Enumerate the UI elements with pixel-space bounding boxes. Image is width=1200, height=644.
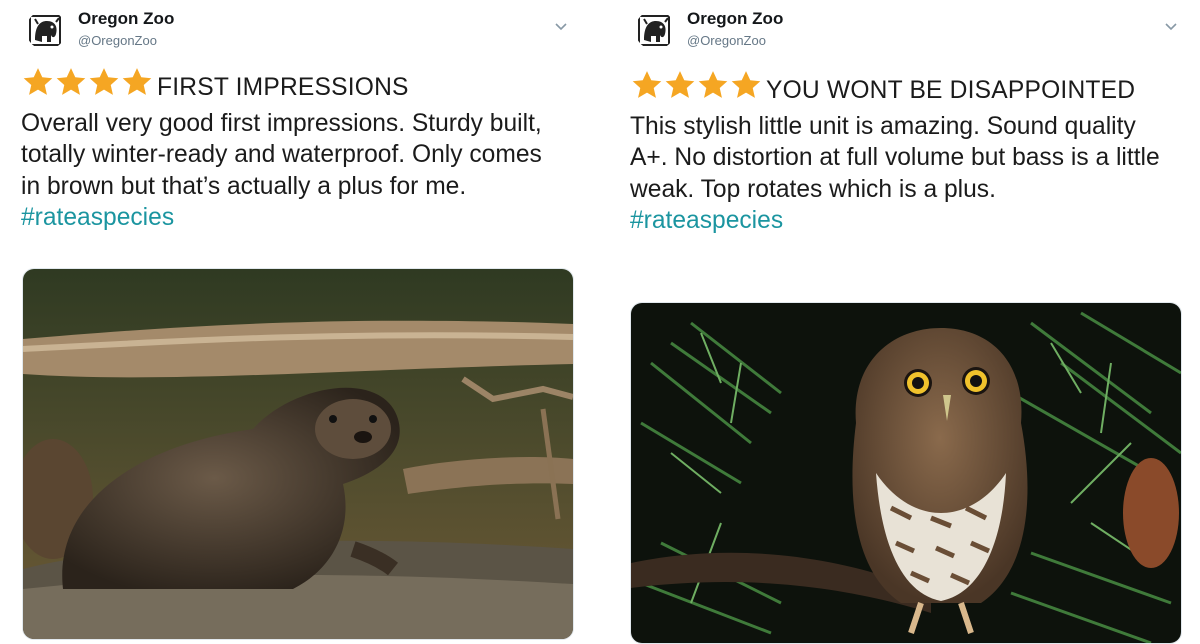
star-icon bbox=[731, 71, 761, 98]
tweet-card-left: Oregon Zoo @OregonZoo FIRST IMPRESSIONS … bbox=[0, 0, 600, 640]
star-icon bbox=[122, 68, 152, 95]
star-icon bbox=[632, 71, 662, 98]
review-body: Overall very good first impressions. Stu… bbox=[21, 109, 542, 200]
review-body: This stylish little unit is amazing. Sou… bbox=[630, 112, 1160, 203]
oregon-zoo-logo-icon bbox=[638, 15, 670, 46]
star-rating bbox=[630, 69, 762, 111]
review-headline: FIRST IMPRESSIONS bbox=[157, 74, 409, 101]
hashtag-link[interactable]: #rateaspecies bbox=[21, 202, 561, 234]
star-icon bbox=[89, 68, 119, 95]
avatar[interactable] bbox=[635, 10, 675, 50]
tweet-photo-owl[interactable] bbox=[630, 302, 1182, 644]
tweet-text: YOU WONT BE DISAPPOINTED This stylish li… bbox=[630, 69, 1170, 237]
star-icon bbox=[56, 68, 86, 95]
star-icon bbox=[665, 71, 695, 98]
account-name[interactable]: Oregon Zoo bbox=[687, 9, 783, 29]
oregon-zoo-logo-icon bbox=[29, 15, 61, 46]
chevron-down-icon[interactable] bbox=[1164, 22, 1178, 36]
account-handle[interactable]: @OregonZoo bbox=[687, 33, 766, 48]
avatar[interactable] bbox=[26, 10, 66, 50]
tweet-text: FIRST IMPRESSIONS Overall very good firs… bbox=[21, 66, 561, 234]
star-rating bbox=[21, 66, 153, 108]
review-headline: YOU WONT BE DISAPPOINTED bbox=[766, 77, 1136, 104]
chevron-down-icon[interactable] bbox=[554, 22, 568, 36]
account-handle[interactable]: @OregonZoo bbox=[78, 33, 157, 48]
star-icon bbox=[698, 71, 728, 98]
tweet-photo-otter[interactable] bbox=[22, 268, 574, 640]
star-icon bbox=[23, 68, 53, 95]
hashtag-link[interactable]: #rateaspecies bbox=[630, 205, 1170, 237]
account-name[interactable]: Oregon Zoo bbox=[78, 9, 174, 29]
